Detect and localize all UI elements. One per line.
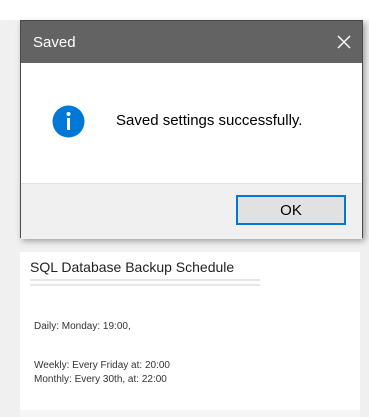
schedule-monthly: Monthly: Every 30th, at: 22:00 xyxy=(34,374,167,385)
dialog-footer: OK xyxy=(21,183,362,239)
panel-footer-strip xyxy=(20,410,360,417)
panel-subtitle-faded xyxy=(30,279,260,287)
background-strip xyxy=(0,0,369,20)
dialog-title: Saved xyxy=(33,33,76,51)
schedule-daily: Daily: Monday: 19:00, xyxy=(34,321,131,332)
saved-dialog: Saved Saved settings successfully. OK xyxy=(20,20,363,239)
info-icon xyxy=(52,105,85,138)
backup-schedule-panel: SQL Database Backup Schedule Daily: Mond… xyxy=(20,252,360,412)
ok-button[interactable]: OK xyxy=(236,195,346,225)
close-icon xyxy=(337,35,351,49)
dialog-message: Saved settings successfully. xyxy=(116,112,303,129)
dialog-message-area: Saved settings successfully. xyxy=(21,63,362,183)
close-button[interactable] xyxy=(326,21,362,63)
panel-title: SQL Database Backup Schedule xyxy=(30,259,235,275)
schedule-weekly: Weekly: Every Friday at: 20:00 xyxy=(34,360,170,371)
dialog-titlebar[interactable]: Saved xyxy=(21,21,362,63)
